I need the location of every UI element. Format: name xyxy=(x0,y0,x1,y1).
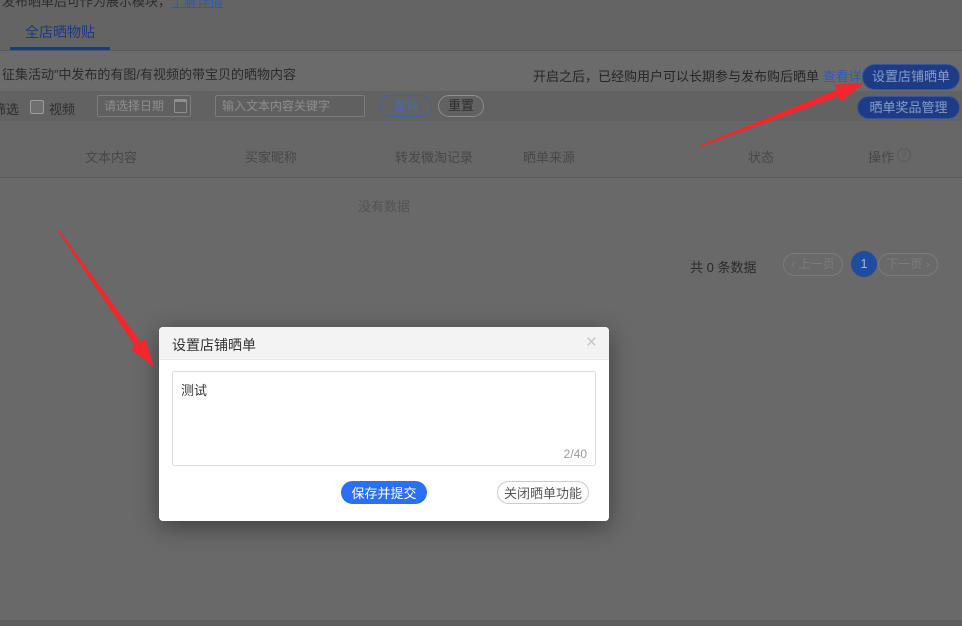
share-text-input[interactable]: 测试 xyxy=(173,372,595,440)
prize-manage-button[interactable]: 晒单奖品管理 xyxy=(857,96,960,119)
col-header-actions: 操作 xyxy=(868,147,894,166)
col-header-status: 状态 xyxy=(748,147,774,166)
col-header-weitao-record: 转发微淘记录 xyxy=(395,147,473,166)
modal-header: 设置店铺晒单 × xyxy=(159,327,609,360)
bottom-edge xyxy=(0,620,962,626)
enable-hint-text: 开启之后，已经购用户可以长期参与发布购后晒单 xyxy=(533,69,823,84)
table-header-band xyxy=(0,121,962,178)
top-note-text: 发布晒单后可作为展示模块， xyxy=(2,0,171,9)
reset-button[interactable]: 重置 xyxy=(438,95,484,117)
video-checkbox[interactable] xyxy=(30,100,44,114)
char-counter: 2/40 xyxy=(564,447,587,461)
top-note-link[interactable]: 了解详情 xyxy=(171,0,223,9)
save-submit-button[interactable]: 保存并提交 xyxy=(341,481,427,504)
enable-hint: 开启之后，已经购用户可以长期参与发布购后晒单 查看详情>> xyxy=(533,66,890,85)
prev-page-button[interactable]: ‹ 上一页 xyxy=(783,253,843,276)
current-page-button[interactable]: 1 xyxy=(851,251,877,277)
next-page-button[interactable]: 下一页 › xyxy=(878,253,938,276)
col-header-buyer-nick: 买家昵称 xyxy=(245,147,297,166)
page-description: 征集活动”中发布的有图/有视频的带宝贝的晒物内容 xyxy=(2,64,296,83)
calendar-icon[interactable] xyxy=(174,99,187,113)
empty-state-text: 没有数据 xyxy=(358,196,410,215)
setup-shop-share-button[interactable]: 设置店铺晒单 xyxy=(862,64,960,90)
modal-title: 设置店铺晒单 xyxy=(172,335,256,355)
annotation-arrow xyxy=(57,230,154,367)
page: 发布晒单后可作为展示模块，了解详情 全店晒物贴 征集活动”中发布的有图/有视频的… xyxy=(0,0,962,626)
setup-shop-share-modal: 设置店铺晒单 × 测试 2/40 保存并提交 关闭晒单功能 xyxy=(159,327,609,521)
top-note: 发布晒单后可作为展示模块，了解详情 xyxy=(2,0,223,10)
close-icon[interactable]: × xyxy=(586,332,597,354)
col-header-source: 晒单来源 xyxy=(523,147,575,166)
col-header-text-content: 文本内容 xyxy=(85,147,137,166)
close-feature-button[interactable]: 关闭晒单功能 xyxy=(497,481,589,504)
keyword-input[interactable] xyxy=(215,95,365,117)
share-text-field-wrap: 测试 2/40 xyxy=(172,371,596,466)
query-button[interactable]: 查询 xyxy=(380,95,432,117)
tab-label: 全店晒物贴 xyxy=(25,24,95,40)
tab-all-share-posts[interactable]: 全店晒物贴 xyxy=(10,22,110,50)
filter-label: 筛选 xyxy=(0,99,19,118)
video-checkbox-label[interactable]: 视频 xyxy=(49,99,75,118)
help-icon[interactable]: ? xyxy=(897,148,911,162)
pagination-total: 共 0 条数据 xyxy=(690,257,756,276)
